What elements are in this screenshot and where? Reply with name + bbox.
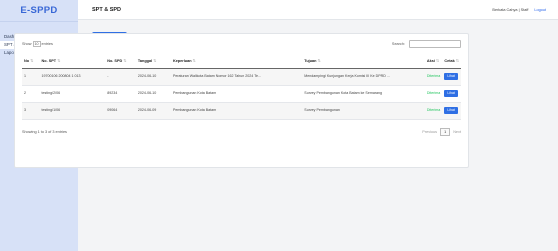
print-view-button[interactable]: Lihat [444, 90, 458, 97]
table-row: 3 testing/1/06 09064 2024-06-09 Pembangu… [22, 102, 461, 120]
cell-date: 2024-06-09 [135, 102, 171, 120]
spt-spd-table: No⇅ No. SPT⇅ No. SPD⇅ Tanggal⇅ Keperluan… [22, 54, 461, 120]
column-header[interactable]: Tujuan⇅ [302, 54, 425, 68]
page-1-button[interactable]: 1 [440, 127, 451, 136]
topbar: SPT & SPD Berkata Cahya | Staff Logout [78, 0, 558, 20]
table-row: 2 testing/2/06 89234 2024-06-10 Pembangu… [22, 85, 461, 103]
column-header[interactable]: Keperluan⇅ [171, 54, 302, 68]
sort-arrows-icon: ⇅ [123, 59, 127, 64]
brand-logo[interactable]: E-SPPD [0, 0, 78, 22]
cell-spt: testing/1/06 [39, 102, 106, 120]
cell-date: 2024-06-10 [135, 68, 171, 86]
column-header[interactable]: Tanggal⇅ [136, 54, 171, 68]
brand-name: E-SPPD [20, 5, 58, 16]
cell-date: 2024-06-10 [135, 85, 171, 103]
entries-length-select[interactable]: 10 [32, 41, 41, 47]
sort-arrows-icon: ⇅ [30, 59, 34, 64]
cell-keperluan: Pembangunan Kota Batam [170, 102, 303, 120]
table-footer: Showing 1 to 3 of 3 entries Previous 1 N… [22, 127, 461, 136]
cell-spt: 19700106 200804 1 013 [39, 68, 106, 86]
sort-arrows-icon: ⇅ [192, 59, 196, 64]
table-header-row: No⇅ No. SPT⇅ No. SPD⇅ Tanggal⇅ Keperluan… [22, 54, 461, 68]
cell-spt: testing/2/06 [39, 85, 106, 103]
sort-arrows-icon: ⇅ [455, 59, 459, 64]
cell-spd: 09064 [105, 102, 136, 120]
column-header[interactable]: No. SPD⇅ [105, 54, 136, 68]
next-page-button[interactable]: Next [453, 130, 461, 134]
search-input[interactable] [409, 40, 461, 48]
cell-keperluan: Peraturan Walikota Batam Nomor 162 Tahun… [170, 68, 303, 86]
table-controls: Show 10 entries Search: [22, 40, 461, 48]
entries-label: entries [41, 42, 53, 46]
status-badge: Diterima [426, 74, 441, 78]
cell-tujuan: Survey Pembangunan [302, 102, 425, 120]
sort-arrows-icon: ⇅ [435, 59, 440, 64]
cell-spd: 89234 [105, 85, 136, 103]
status-badge: Diterima [426, 91, 441, 95]
column-header[interactable]: No⇅ [22, 54, 40, 68]
cell-no: 1 [22, 68, 40, 86]
user-name[interactable]: Berkata Cahya | Staff [492, 8, 528, 12]
sort-arrows-icon: ⇅ [57, 59, 61, 64]
pagination: Previous 1 Next [422, 127, 461, 136]
cell-tujuan: Mendampingi Kunjungan Kerja Komisi III K… [302, 68, 425, 86]
cell-no: 2 [22, 85, 40, 103]
page-title: SPT & SPD [92, 6, 122, 13]
data-table-card: Show 10 entries Search: No⇅ No. SPT⇅ No.… [14, 33, 469, 168]
search-label: Search: [391, 42, 405, 46]
sort-arrows-icon: ⇅ [153, 59, 157, 64]
column-header[interactable]: No. SPT⇅ [40, 54, 106, 68]
cell-tujuan: Survey Pembangunan Kota Batam ke Semaran… [302, 85, 425, 103]
table-row: 1 19700106 200804 1 013 - 2024-06-10 Per… [22, 68, 461, 86]
cell-keperluan: Pembangunan Kota Batam [170, 85, 303, 103]
logout-link[interactable]: Logout [534, 8, 546, 12]
previous-page-button[interactable]: Previous [422, 130, 437, 134]
column-header[interactable]: Cetak⇅ [442, 54, 461, 68]
cell-spd: - [105, 68, 136, 86]
table-info: Showing 1 to 3 of 3 entries [22, 129, 67, 134]
status-badge: Diterima [426, 108, 441, 112]
search-wrap: Search: [392, 40, 461, 48]
cell-no: 3 [22, 102, 40, 120]
sort-arrows-icon: ⇅ [317, 59, 321, 64]
print-view-button[interactable]: Lihat [444, 107, 458, 114]
show-label: Show [22, 42, 32, 46]
print-view-button[interactable]: Lihat [444, 73, 458, 80]
user-area: Berkata Cahya | Staff Logout [492, 8, 546, 12]
column-header[interactable]: Aksi⇅ [425, 54, 443, 68]
